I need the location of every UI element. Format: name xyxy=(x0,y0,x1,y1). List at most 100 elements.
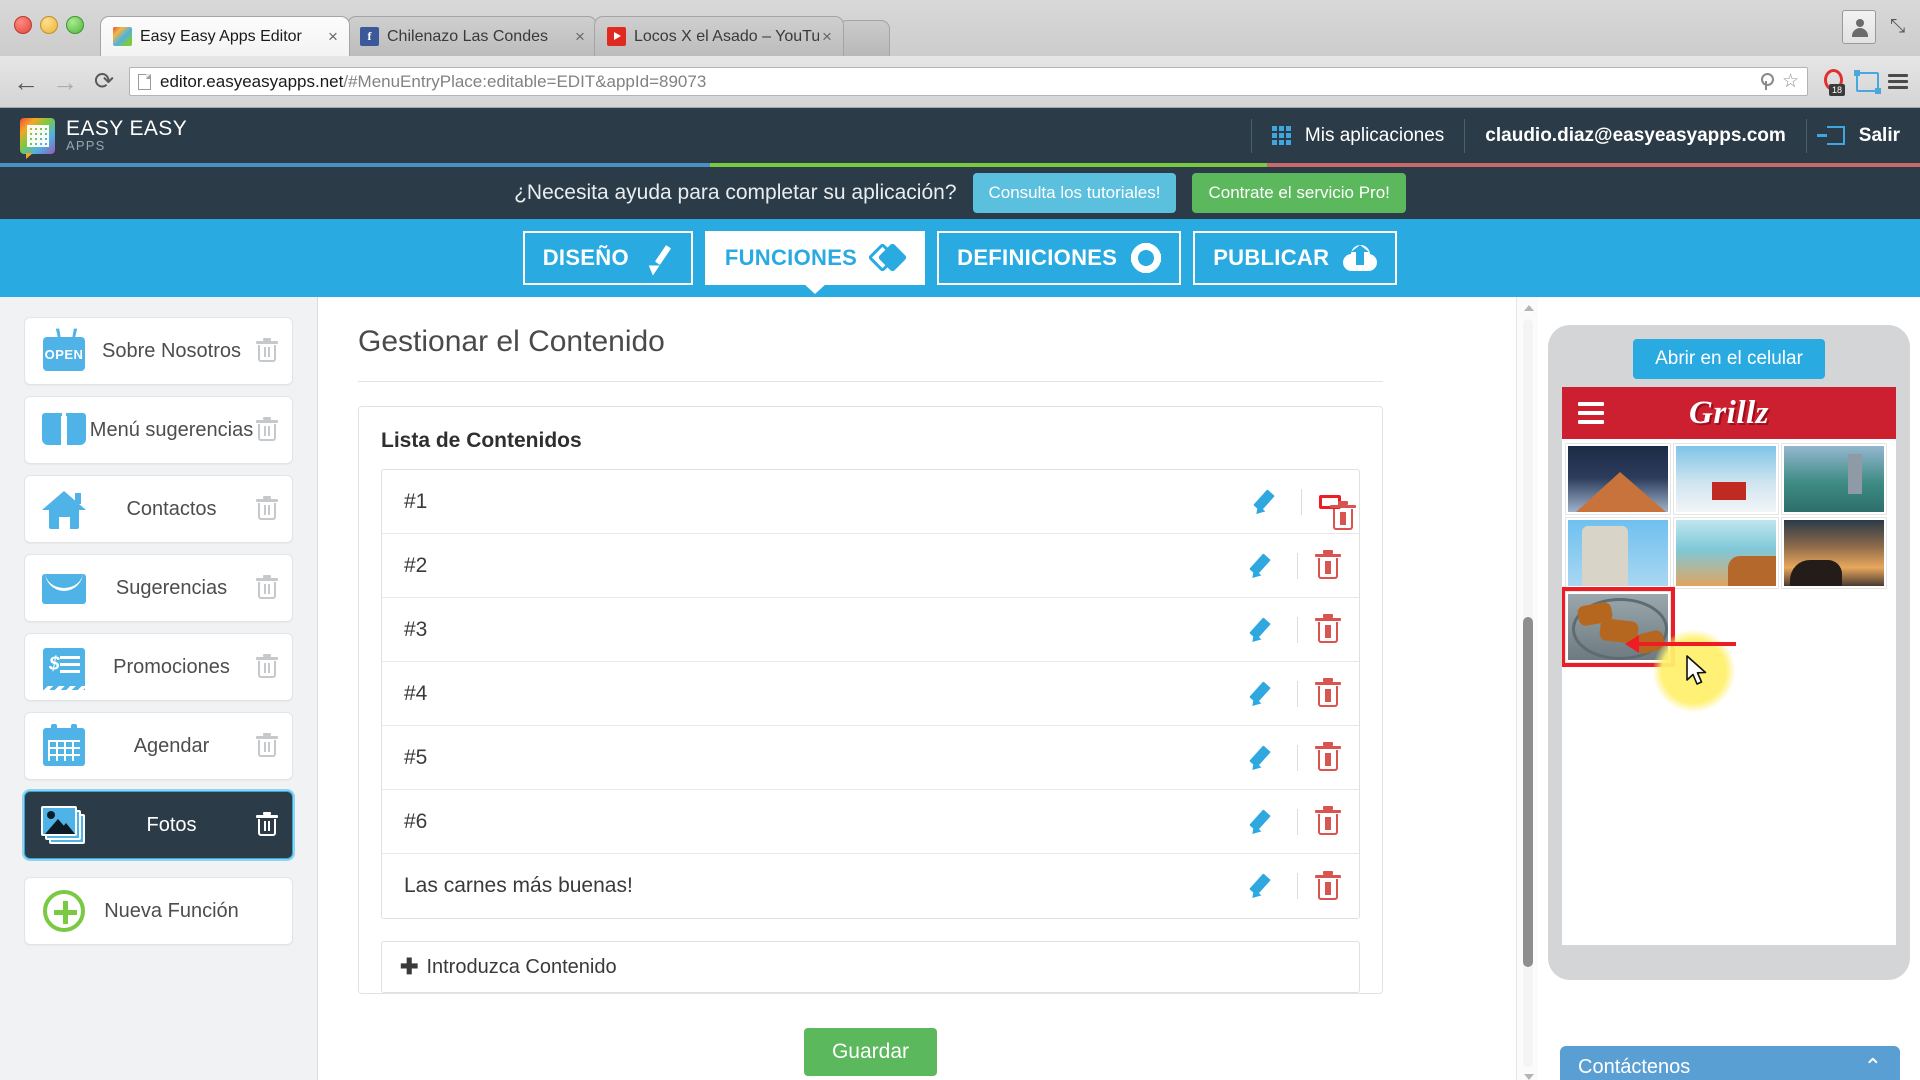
my-apps-button[interactable]: Mis aplicaciones xyxy=(1252,108,1464,163)
delete-sugerencias-icon[interactable] xyxy=(256,576,278,600)
user-account-button[interactable]: claudio.diaz@easyeasyapps.com xyxy=(1465,108,1806,163)
reload-button[interactable]: ⟳ xyxy=(90,68,118,96)
sidebar-item-promociones[interactable]: $ Promociones xyxy=(24,633,293,701)
browser-tab-2[interactable]: f Chilenazo Las Condes × xyxy=(347,16,597,56)
sidebar-item-nueva-funcion[interactable]: Nueva Función xyxy=(24,877,293,945)
contact-widget[interactable]: Contáctenos ⌃ xyxy=(1560,1046,1900,1080)
delete-row-1-highlight[interactable] xyxy=(1319,495,1341,509)
tab-definiciones[interactable]: DEFINICIONES xyxy=(937,231,1181,285)
coast-cliff-thumb[interactable] xyxy=(1674,518,1778,588)
sunset-rock-thumb[interactable] xyxy=(1782,518,1886,588)
sidebar-item-menu-sugerencias[interactable]: Menú sugerencias xyxy=(24,396,293,464)
sidebar-item-sugerencias[interactable]: Sugerencias xyxy=(24,554,293,622)
lake-tower-thumb[interactable] xyxy=(1782,444,1886,514)
tab-funciones-label: FUNCIONES xyxy=(725,245,857,271)
table-row[interactable]: #4 xyxy=(382,662,1359,726)
scrollbar-thumb[interactable] xyxy=(1523,617,1533,967)
sidebar-item-contactos[interactable]: Contactos xyxy=(24,475,293,543)
table-row[interactable]: #1 xyxy=(382,470,1359,534)
browser-tabs: Easy Easy Apps Editor × f Chilenazo Las … xyxy=(100,0,890,56)
tutorials-button[interactable]: Consulta los tutoriales! xyxy=(973,173,1177,213)
row-label: #1 xyxy=(404,490,1250,514)
sidebar-item-agendar[interactable]: Agendar xyxy=(24,712,293,780)
edit-row-2-pencil-icon[interactable] xyxy=(1246,551,1280,581)
grid-favicon-icon xyxy=(113,27,132,46)
scroll-down-arrow-icon[interactable] xyxy=(1524,1074,1534,1080)
new-tab-button[interactable] xyxy=(838,20,890,56)
table-row[interactable]: #2 xyxy=(382,534,1359,598)
page-info-icon[interactable] xyxy=(138,74,151,90)
add-content-button[interactable]: ✚ Introduzca Contenido xyxy=(381,941,1360,993)
edit-row-4-pencil-icon[interactable] xyxy=(1246,679,1280,709)
statue-fountain-thumb[interactable] xyxy=(1566,518,1670,588)
content-list-card: Lista de Contenidos #1 xyxy=(358,406,1383,994)
grilled-meat-thumb[interactable] xyxy=(1566,592,1670,662)
delete-row-7-trash-icon[interactable] xyxy=(1315,872,1341,901)
table-row[interactable]: #5 xyxy=(382,726,1359,790)
tab-diseno[interactable]: DISEÑO xyxy=(523,231,693,285)
delete-row-2-trash-icon[interactable] xyxy=(1315,551,1341,580)
open-on-mobile-button[interactable]: Abrir en el celular xyxy=(1633,339,1825,379)
edit-row-5-pencil-icon[interactable] xyxy=(1246,743,1280,773)
row-actions xyxy=(1246,679,1341,709)
delete-row-4-trash-icon[interactable] xyxy=(1315,679,1341,708)
receipt-icon: $ xyxy=(41,645,87,689)
delete-sobre-nosotros-icon[interactable] xyxy=(256,339,278,363)
delete-row-6-trash-icon[interactable] xyxy=(1315,807,1341,836)
browser-profile-button[interactable] xyxy=(1842,10,1876,44)
bookmark-star-icon[interactable]: ☆ xyxy=(1782,72,1799,91)
chrome-menu-icon[interactable] xyxy=(1888,71,1908,92)
back-button[interactable]: ← xyxy=(12,68,40,96)
sidebar-item-fotos[interactable]: Fotos xyxy=(24,791,293,859)
browser-tab-1-close-icon[interactable]: × xyxy=(325,29,341,45)
main-scrollbar[interactable] xyxy=(1516,297,1538,1080)
address-bar[interactable]: editor.easyeasyapps.net /#MenuEntryPlace… xyxy=(129,67,1808,96)
sidebar-item-sobre-nosotros[interactable]: OPEN Sobre Nosotros xyxy=(24,317,293,385)
delete-contactos-icon[interactable] xyxy=(256,497,278,521)
tab-funciones[interactable]: FUNCIONES xyxy=(705,231,925,285)
phone-preview-panel: Abrir en el celular Grillz xyxy=(1538,297,1920,1080)
delete-menu-sugerencias-icon[interactable] xyxy=(256,418,278,442)
scroll-up-arrow-icon[interactable] xyxy=(1524,305,1534,311)
minimize-window-button[interactable] xyxy=(40,16,58,34)
app-logo[interactable]: EASY EASY APPS xyxy=(20,118,187,154)
row-actions xyxy=(1250,487,1341,517)
mountain-sunrise-thumb[interactable] xyxy=(1566,444,1670,514)
save-button[interactable]: Guardar xyxy=(804,1028,937,1076)
edit-row-6-pencil-icon[interactable] xyxy=(1246,807,1280,837)
zoom-window-button[interactable] xyxy=(66,16,84,34)
delete-promociones-icon[interactable] xyxy=(256,655,278,679)
password-key-icon[interactable] xyxy=(1760,73,1772,90)
fullscreen-icon[interactable]: ⤡ xyxy=(1890,17,1910,37)
adblock-extension-icon[interactable]: 18 xyxy=(1823,69,1847,95)
delete-row-5-trash-icon[interactable] xyxy=(1315,743,1341,772)
browser-tab-2-title: Chilenazo Las Condes xyxy=(387,28,572,46)
pro-service-button[interactable]: Contrate el servicio Pro! xyxy=(1192,173,1405,213)
row-label: #6 xyxy=(404,810,1246,834)
delete-row-3-trash-icon[interactable] xyxy=(1315,615,1341,644)
screenshot-extension-icon[interactable] xyxy=(1856,72,1879,92)
chevron-up-icon[interactable]: ⌃ xyxy=(1864,1057,1882,1077)
delete-agendar-icon[interactable] xyxy=(256,734,278,758)
edit-row-1-pencil-icon[interactable] xyxy=(1250,487,1284,517)
browser-tab-3[interactable]: Locos X el Asado – YouTub × xyxy=(594,16,844,56)
hamburger-icon[interactable] xyxy=(1578,397,1604,429)
browser-tab-2-close-icon[interactable]: × xyxy=(572,29,588,45)
facebook-favicon-icon: f xyxy=(360,27,379,46)
table-row[interactable]: #6 xyxy=(382,790,1359,854)
logout-button[interactable]: Salir xyxy=(1807,108,1920,163)
browser-tab-1[interactable]: Easy Easy Apps Editor × xyxy=(100,16,350,56)
tab-definiciones-label: DEFINICIONES xyxy=(957,245,1117,271)
edit-row-3-pencil-icon[interactable] xyxy=(1246,615,1280,645)
table-row[interactable]: #3 xyxy=(382,598,1359,662)
logout-icon xyxy=(1827,126,1845,145)
close-window-button[interactable] xyxy=(14,16,32,34)
tab-publicar[interactable]: PUBLICAR xyxy=(1193,231,1397,285)
table-row[interactable]: Las carnes más buenas! xyxy=(382,854,1359,918)
browser-tab-3-close-icon[interactable]: × xyxy=(819,29,835,45)
delete-fotos-icon[interactable] xyxy=(256,813,278,837)
contact-widget-label: Contáctenos xyxy=(1578,1056,1690,1079)
edit-row-7-pencil-icon[interactable] xyxy=(1246,871,1280,901)
red-barn-snow-thumb[interactable] xyxy=(1674,444,1778,514)
forward-button[interactable]: → xyxy=(51,68,79,96)
